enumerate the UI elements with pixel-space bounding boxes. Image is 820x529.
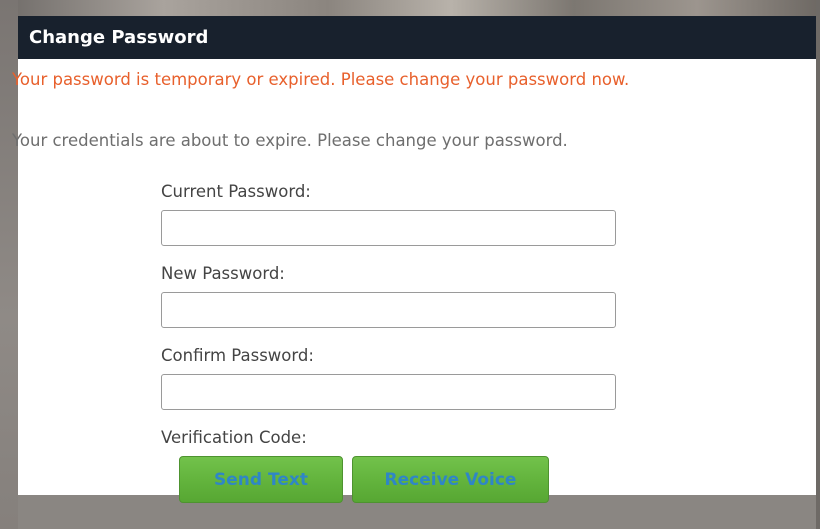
- password-expired-error: Your password is temporary or expired. P…: [12, 70, 630, 89]
- new-password-input[interactable]: [161, 292, 616, 328]
- current-password-input[interactable]: [161, 210, 616, 246]
- confirm-password-label: Confirm Password:: [161, 346, 314, 365]
- receive-voice-button[interactable]: Receive Voice: [352, 456, 549, 503]
- confirm-password-input[interactable]: [161, 374, 616, 410]
- background-right-edge: [816, 0, 820, 529]
- new-password-label: New Password:: [161, 264, 285, 283]
- background-image: [0, 0, 820, 16]
- credentials-expire-info: Your credentials are about to expire. Pl…: [12, 131, 568, 150]
- send-text-button[interactable]: Send Text: [179, 456, 343, 503]
- verification-code-label: Verification Code:: [161, 428, 307, 447]
- dialog-title: Change Password: [29, 27, 209, 48]
- current-password-label: Current Password:: [161, 182, 311, 201]
- dialog-titlebar: Change Password: [18, 16, 816, 59]
